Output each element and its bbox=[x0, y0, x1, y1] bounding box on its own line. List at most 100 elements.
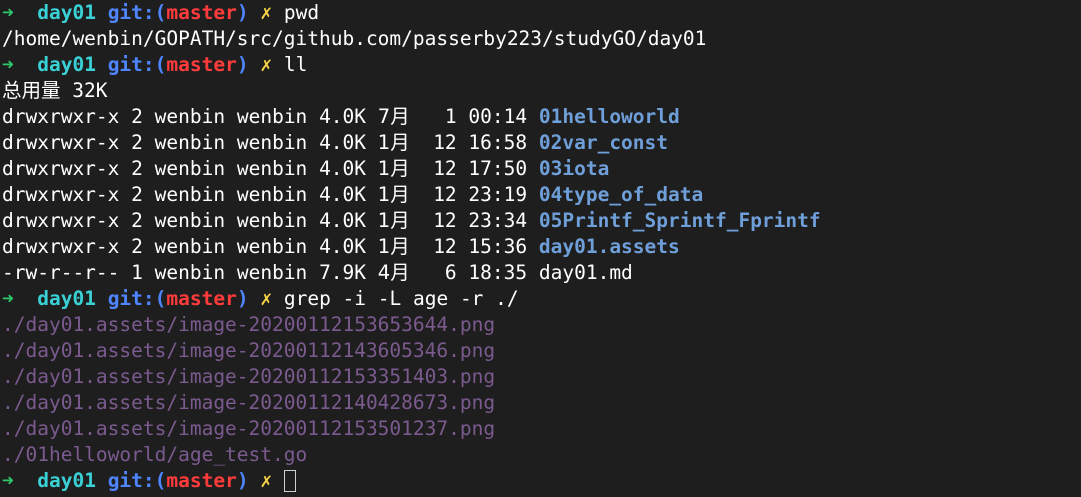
ls-owner: wenbin bbox=[154, 183, 226, 206]
ls-links: 2 bbox=[131, 209, 143, 232]
terminal-output: ➜ day01 git:(master) ✗ pwd/home/wenbin/G… bbox=[2, 0, 1081, 494]
grep-match-path[interactable]: ./day01.assets/image-20200112140428673.p… bbox=[2, 391, 495, 414]
ls-day: 12 bbox=[433, 209, 457, 232]
prompt-dirty-icon: ✗ bbox=[260, 287, 273, 310]
grep-match-path[interactable]: ./day01.assets/image-20200112143605346.p… bbox=[2, 339, 495, 362]
grep-match-line: ./day01.assets/image-20200112140428673.p… bbox=[2, 390, 1081, 416]
ls-directory-name[interactable]: 02var_const bbox=[539, 131, 668, 154]
ls-group: wenbin bbox=[236, 157, 308, 180]
prompt-line: ➜ day01 git:(master) ✗ pwd bbox=[2, 0, 1081, 26]
prompt-git-close: ) bbox=[236, 469, 249, 492]
ls-directory-name[interactable]: day01.assets bbox=[539, 235, 680, 258]
prompt-git-open: git:( bbox=[107, 53, 167, 76]
ls-day: 12 bbox=[433, 235, 457, 258]
grep-match-path[interactable]: ./day01.assets/image-20200112153653644.p… bbox=[2, 313, 495, 336]
ls-size: 4.0K bbox=[319, 209, 367, 232]
ls-row: drwxrwxr-x 2 wenbin wenbin 4.0K 1月 12 23… bbox=[2, 182, 1081, 208]
prompt-arrow-icon: ➜ bbox=[2, 469, 14, 492]
ls-row: drwxrwxr-x 2 wenbin wenbin 4.0K 1月 12 23… bbox=[2, 208, 1081, 234]
ls-group: wenbin bbox=[236, 183, 308, 206]
prompt-git-branch: master bbox=[166, 469, 237, 492]
ls-directory-name[interactable]: 03iota bbox=[539, 157, 609, 180]
prompt-directory: day01 bbox=[37, 469, 96, 492]
ls-owner: wenbin bbox=[154, 105, 226, 128]
ls-size: 4.0K bbox=[319, 235, 367, 258]
grep-match-line: ./01helloworld/age_test.go bbox=[2, 442, 1081, 468]
ls-size: 4.0K bbox=[319, 183, 367, 206]
grep-match-line: ./day01.assets/image-20200112153351403.p… bbox=[2, 364, 1081, 390]
prompt-git-close: ) bbox=[236, 53, 249, 76]
grep-match-path[interactable]: ./01helloworld/age_test.go bbox=[2, 443, 307, 466]
output-text: 总用量 32K bbox=[2, 79, 108, 102]
command-text: ll bbox=[283, 53, 308, 76]
prompt-arrow-icon: ➜ bbox=[2, 53, 14, 76]
output-line: 总用量 32K bbox=[2, 78, 1081, 104]
ls-row: drwxrwxr-x 2 wenbin wenbin 4.0K 7月 1 00:… bbox=[2, 104, 1081, 130]
ls-permissions: drwxrwxr-x bbox=[2, 157, 120, 180]
prompt-line: ➜ day01 git:(master) ✗ grep -i -L age -r… bbox=[2, 286, 1081, 312]
prompt-git-branch: master bbox=[166, 53, 237, 76]
ls-time: 17:50 bbox=[468, 157, 528, 180]
grep-match-line: ./day01.assets/image-20200112153653644.p… bbox=[2, 312, 1081, 338]
ls-group: wenbin bbox=[236, 105, 308, 128]
ls-month: 1月 bbox=[377, 235, 410, 258]
ls-links: 2 bbox=[131, 157, 143, 180]
ls-month: 1月 bbox=[377, 131, 410, 154]
ls-row: drwxrwxr-x 2 wenbin wenbin 4.0K 1月 12 17… bbox=[2, 156, 1081, 182]
ls-directory-name[interactable]: 04type_of_data bbox=[539, 183, 703, 206]
grep-match-line: ./day01.assets/image-20200112153501237.p… bbox=[2, 416, 1081, 442]
ls-size: 4.0K bbox=[319, 157, 367, 180]
cursor-icon[interactable] bbox=[283, 470, 296, 492]
command-text: grep -i -L age -r ./ bbox=[283, 287, 519, 310]
prompt-git-branch: master bbox=[166, 1, 237, 24]
ls-file-name[interactable]: day01.md bbox=[539, 261, 633, 284]
ls-day: 12 bbox=[433, 131, 457, 154]
prompt-git-branch: master bbox=[166, 287, 237, 310]
prompt-directory: day01 bbox=[37, 1, 96, 24]
ls-links: 2 bbox=[131, 183, 143, 206]
terminal-window[interactable]: ➜ day01 git:(master) ✗ pwd/home/wenbin/G… bbox=[0, 0, 1081, 497]
ls-size: 7.9K bbox=[319, 261, 367, 284]
prompt-dirty-icon: ✗ bbox=[260, 469, 273, 492]
ls-time: 00:14 bbox=[468, 105, 528, 128]
output-line: /home/wenbin/GOPATH/src/github.com/passe… bbox=[2, 26, 1081, 52]
prompt-dirty-icon: ✗ bbox=[260, 53, 273, 76]
prompt-dirty-icon: ✗ bbox=[260, 1, 273, 24]
grep-match-path[interactable]: ./day01.assets/image-20200112153351403.p… bbox=[2, 365, 495, 388]
prompt-git-close: ) bbox=[236, 1, 249, 24]
prompt-git-open: git:( bbox=[107, 1, 167, 24]
ls-size: 4.0K bbox=[319, 131, 367, 154]
ls-row: drwxrwxr-x 2 wenbin wenbin 4.0K 1月 12 16… bbox=[2, 130, 1081, 156]
grep-match-line: ./day01.assets/image-20200112143605346.p… bbox=[2, 338, 1081, 364]
ls-time: 15:36 bbox=[468, 235, 528, 258]
ls-directory-name[interactable]: 05Printf_Sprintf_Fprintf bbox=[539, 209, 821, 232]
ls-time: 23:19 bbox=[468, 183, 528, 206]
ls-permissions: drwxrwxr-x bbox=[2, 183, 120, 206]
ls-month: 1月 bbox=[377, 209, 410, 232]
prompt-git-close: ) bbox=[236, 287, 249, 310]
ls-owner: wenbin bbox=[154, 157, 226, 180]
ls-day: 12 bbox=[433, 183, 457, 206]
prompt-directory: day01 bbox=[37, 287, 96, 310]
ls-links: 2 bbox=[131, 131, 143, 154]
ls-owner: wenbin bbox=[154, 235, 226, 258]
prompt-line: ➜ day01 git:(master) ✗ ll bbox=[2, 52, 1081, 78]
prompt-git-open: git:( bbox=[107, 469, 167, 492]
prompt-directory: day01 bbox=[37, 53, 96, 76]
ls-group: wenbin bbox=[236, 261, 308, 284]
ls-directory-name[interactable]: 01helloworld bbox=[539, 105, 680, 128]
ls-day: 6 bbox=[433, 261, 457, 284]
ls-row: -rw-r--r-- 1 wenbin wenbin 7.9K 4月 6 18:… bbox=[2, 260, 1081, 286]
prompt-arrow-icon: ➜ bbox=[2, 287, 14, 310]
ls-group: wenbin bbox=[236, 209, 308, 232]
ls-links: 2 bbox=[131, 105, 143, 128]
output-text: /home/wenbin/GOPATH/src/github.com/passe… bbox=[2, 27, 707, 50]
ls-month: 7月 bbox=[377, 105, 410, 128]
ls-links: 2 bbox=[131, 235, 143, 258]
ls-permissions: -rw-r--r-- bbox=[2, 261, 120, 284]
ls-permissions: drwxrwxr-x bbox=[2, 235, 120, 258]
prompt-line: ➜ day01 git:(master) ✗ bbox=[2, 468, 1081, 494]
grep-match-path[interactable]: ./day01.assets/image-20200112153501237.p… bbox=[2, 417, 495, 440]
prompt-arrow-icon: ➜ bbox=[2, 1, 14, 24]
ls-time: 18:35 bbox=[468, 261, 528, 284]
